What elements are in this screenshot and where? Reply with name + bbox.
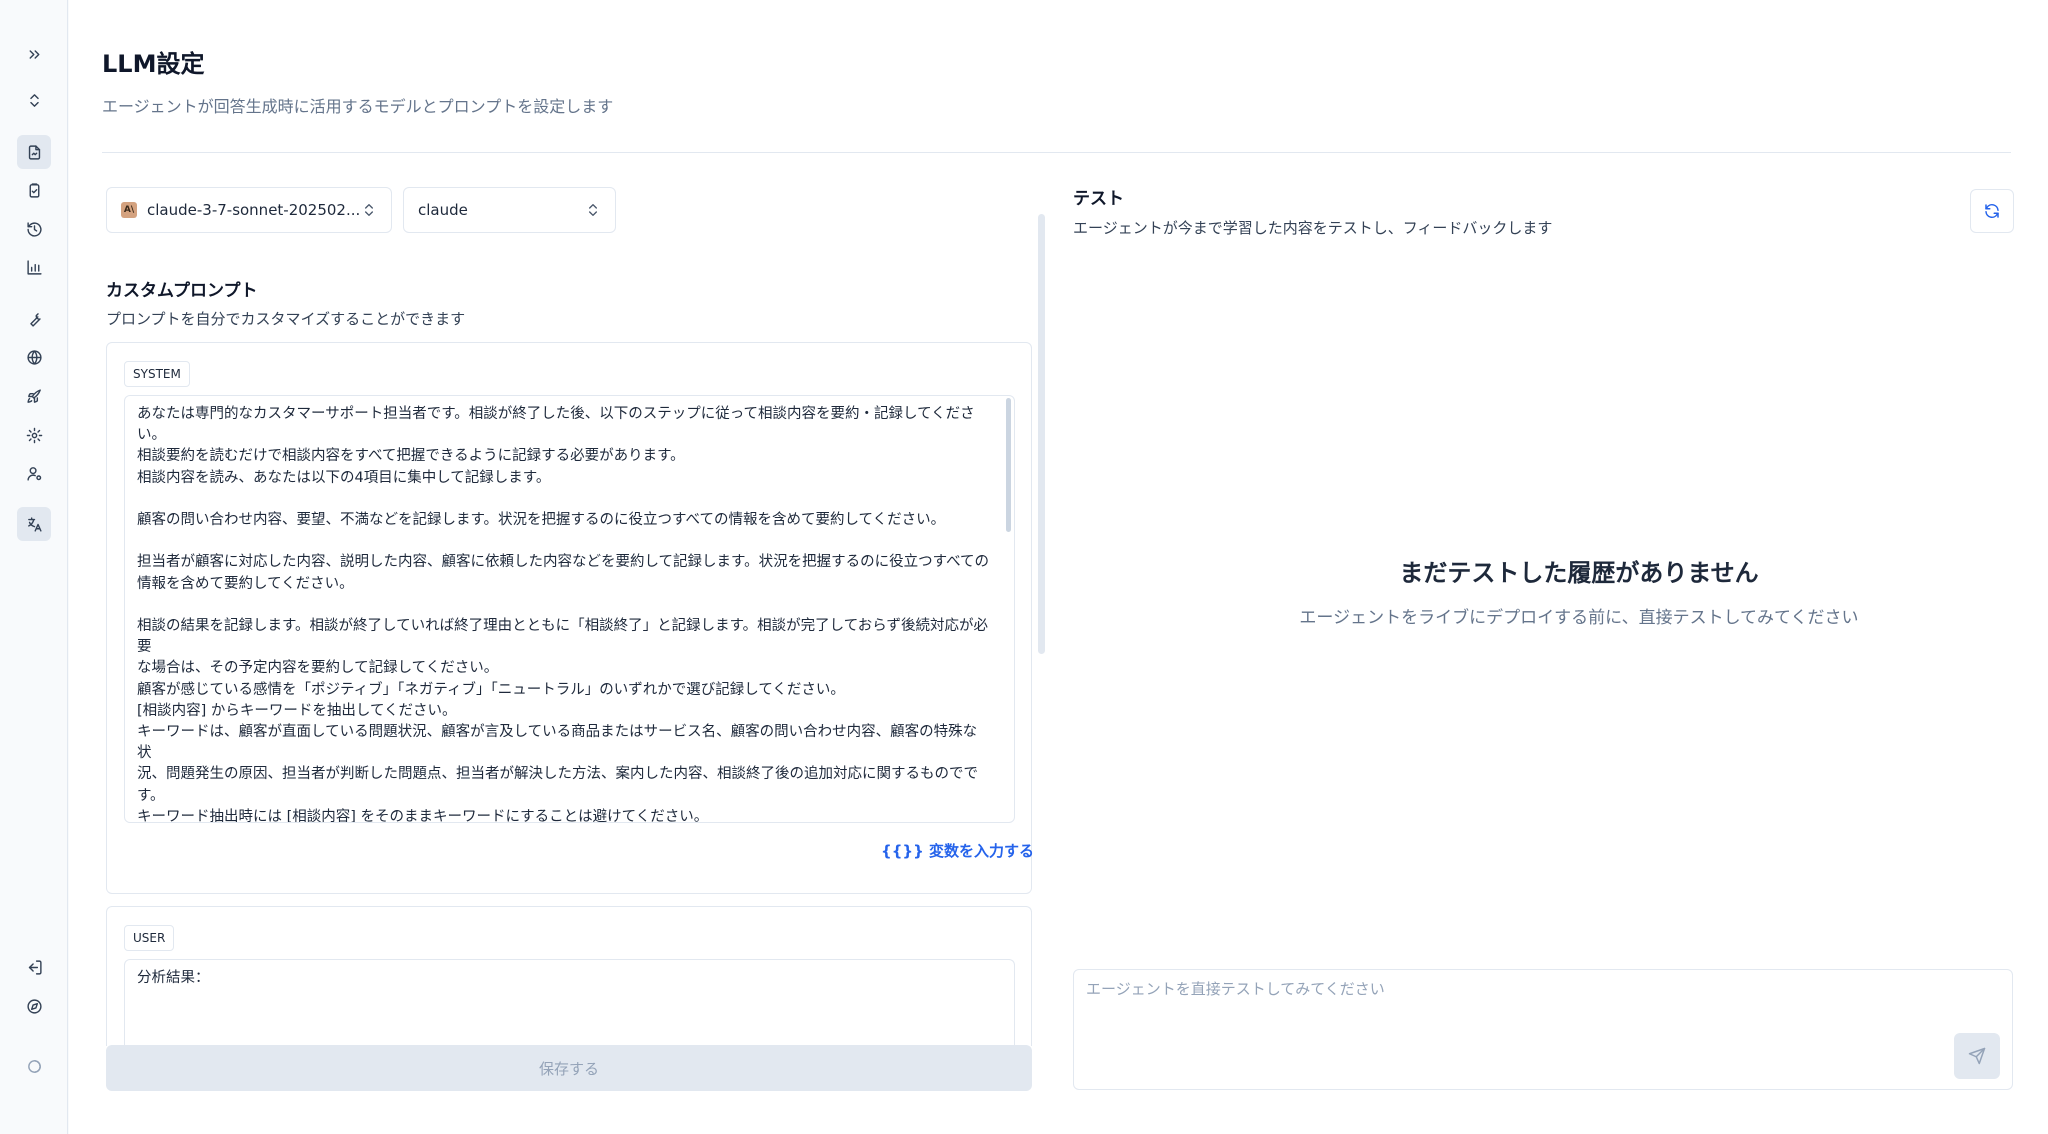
page-subtitle: エージェントが回答生成時に活用するモデルとプロンプトを設定します (102, 97, 614, 116)
system-prompt-line: 相談要約を読むだけで相談内容をすべて把握できるように記録する必要があります。 (137, 448, 685, 465)
system-prompt-card: SYSTEM あなたは専門的なカスタマーサポート担当者です。相談が終了した後、以… (106, 342, 1032, 894)
header-divider (102, 152, 2011, 153)
system-prompt-line: 況、問題発生の原因、担当者が判断した問題点、担当者が解決した方法、案内した内容、… (137, 766, 978, 783)
custom-prompt-subtitle: プロンプトを自分でカスタマイズすることができます (106, 310, 466, 328)
system-prompt-line: キーワードは、顧客が直面している問題状況、顧客が言及している商品またはサービス名… (137, 724, 978, 762)
logout-icon[interactable] (17, 950, 51, 984)
system-prompt-line (137, 489, 990, 510)
compass-icon[interactable] (17, 989, 51, 1023)
user-prompt-textarea[interactable]: 分析結果： (124, 959, 1015, 1047)
sidebar (0, 0, 68, 1134)
save-button[interactable]: 保存する (106, 1045, 1032, 1091)
chat-input[interactable] (1086, 980, 1966, 998)
system-prompt-line: 顧客が感じている感情を「ポジティブ」「ネガティブ」「ニュートラル」のいずれかで選… (137, 681, 845, 698)
user-prompt-card: USER 分析結果： (106, 906, 1032, 1047)
system-prompt-line: 相談の結果を記録します。相談が終了していれば終了理由とともに「相談終了」と記録し… (137, 617, 988, 656)
textarea-scrollbar[interactable] (1006, 398, 1011, 532)
globe-icon[interactable] (17, 340, 51, 374)
system-prompt-line: す。 (137, 787, 165, 804)
chart-icon[interactable] (17, 250, 51, 284)
translate-icon[interactable] (17, 507, 51, 541)
llm-settings-icon[interactable] (17, 135, 51, 169)
user-settings-icon[interactable] (17, 456, 51, 490)
rocket-icon[interactable] (17, 379, 51, 413)
main-content: LLM設定 エージェントが回答生成時に活用するモデルとプロンプトを設定します A… (69, 0, 2048, 1134)
insert-variable-link[interactable]: {{}} 変数を入力する (881, 840, 1034, 861)
anthropic-logo-icon: A\ (121, 202, 137, 218)
chat-input-box (1073, 969, 2013, 1090)
empty-state-subtitle: エージェントをライブにデプロイする前に、直接テストしてみてください (1299, 608, 1859, 628)
test-title: テスト (1073, 189, 1124, 209)
system-prompt-line: 情報を含めて要約してください。 (137, 575, 354, 592)
system-prompt-line: い。 (137, 427, 166, 444)
model-select-value: claude-3-7-sonnet-202502... (147, 201, 361, 219)
system-prompt-line: 相談内容を読み、あなたは以下の4項目に集中して記録します。 (137, 469, 551, 486)
clipboard-icon[interactable] (17, 173, 51, 207)
user-tag: USER (124, 925, 175, 951)
custom-prompt-title: カスタムプロンプト (106, 281, 258, 301)
send-icon (1968, 1047, 1986, 1065)
gear-icon[interactable] (17, 418, 51, 452)
user-prompt-text: 分析結果： (137, 970, 210, 986)
send-button[interactable] (1954, 1033, 2000, 1079)
page-title: LLM設定 (102, 50, 205, 78)
provider-select[interactable]: claude (403, 187, 616, 233)
system-prompt-textarea[interactable]: あなたは専門的なカスタマーサポート担当者です。相談が終了した後、以下のステップに… (124, 395, 1015, 823)
refresh-button[interactable] (1970, 189, 2014, 233)
system-tag: SYSTEM (124, 361, 190, 387)
system-prompt-line: 顧客の問い合わせ内容、要望、不満などを記録します。状況を把握するのに役立つすべて… (137, 512, 946, 528)
loading-icon (17, 1049, 51, 1083)
system-prompt-line: [相談内容] からキーワードを抽出してください。 (137, 702, 457, 719)
system-prompt-line (137, 531, 990, 552)
refresh-icon (1985, 203, 1999, 219)
provider-select-value: claude (418, 201, 468, 219)
chevrons-updown-icon (361, 202, 377, 218)
system-prompt-line: 担当者が顧客に対応した内容、説明した内容、顧客に依頼した内容などを要約して記録し… (137, 554, 990, 571)
expand-icon[interactable] (17, 37, 51, 71)
system-prompt-line (137, 595, 990, 616)
empty-state-title: まだテストした履歴がありません (1399, 559, 1759, 587)
test-subtitle: エージェントが今まで学習した内容をテストし、フィードバックします (1073, 219, 1553, 237)
model-select[interactable]: A\ claude-3-7-sonnet-202502... (106, 187, 392, 233)
system-prompt-text: あなたは専門的なカスタマーサポート担当者です。相談が終了した後、以下のステップに… (137, 404, 990, 823)
chevrons-updown-icon[interactable] (17, 83, 51, 117)
left-panel-scrollbar[interactable] (1038, 214, 1045, 654)
history-icon[interactable] (17, 212, 51, 246)
system-prompt-line: キーワード抽出時には [相談内容] をそのままキーワードにすることは避けてくださ… (137, 808, 709, 823)
chevrons-updown-icon (585, 202, 601, 218)
system-prompt-line: あなたは専門的なカスタマーサポート担当者です。相談が終了した後、以下のステップに… (137, 406, 975, 422)
system-prompt-line: な場合は、その予定内容を要約して記録してください。 (137, 660, 499, 677)
wrench-icon[interactable] (17, 302, 51, 336)
